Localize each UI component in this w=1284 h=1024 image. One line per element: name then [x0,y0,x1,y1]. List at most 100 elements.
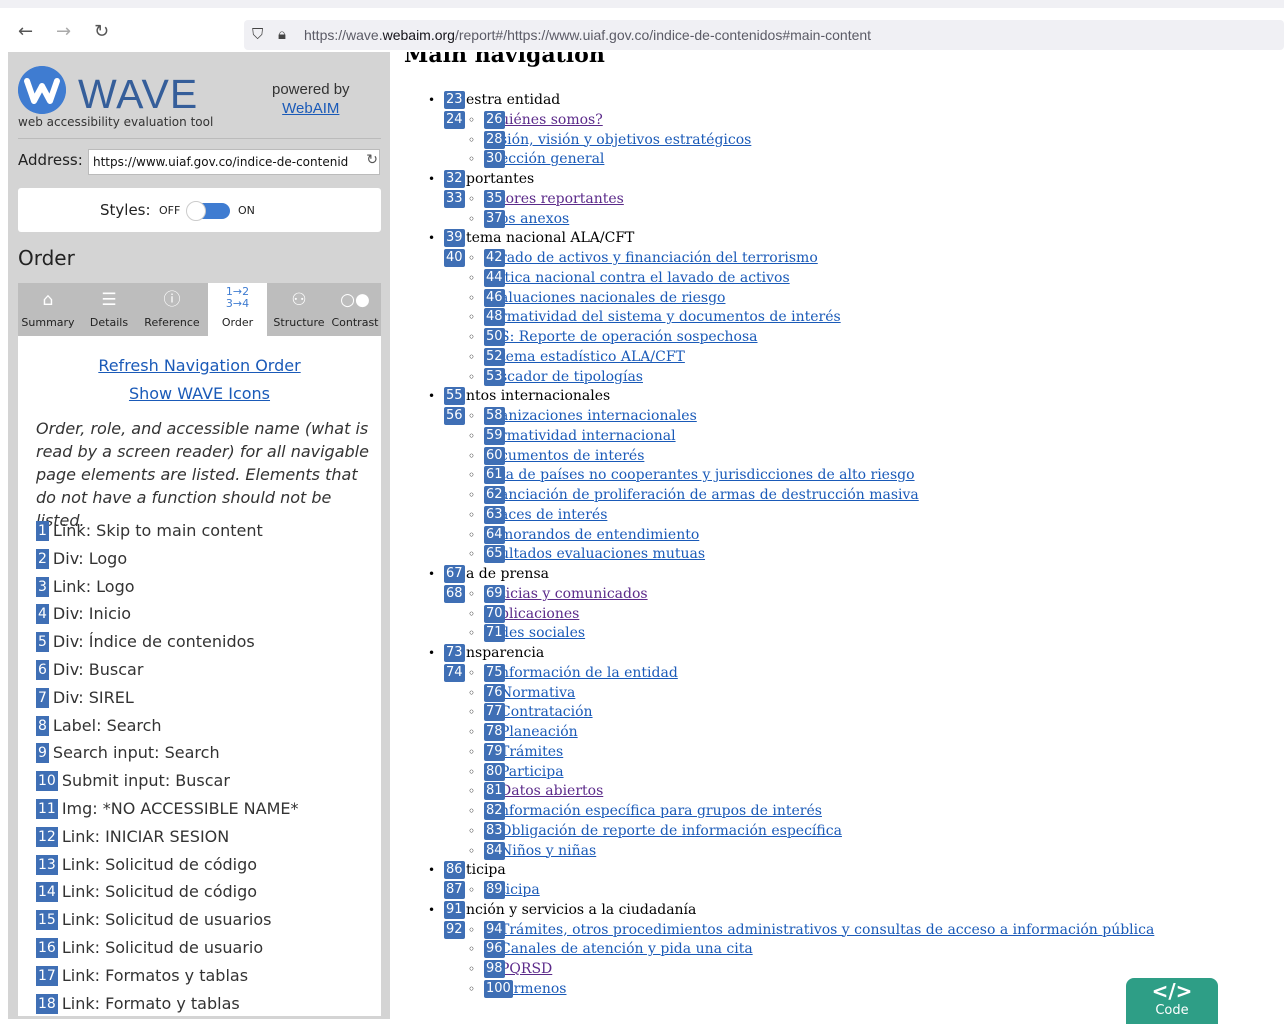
nav-link[interactable]: ección general [500,149,604,169]
nav-link[interactable]: anizaciones internacionales [500,406,697,426]
nav-link[interactable]: tores reportantes [500,189,624,209]
nav-subitem[interactable]: ◦ ección general [392,149,1284,169]
nav-subitem[interactable]: ◦ aluaciones nacionales de riesgo [392,288,1284,308]
nav-link[interactable]: Contratación [500,702,593,722]
nav-link[interactable]: Normativa [500,683,575,703]
order-item[interactable]: 11 Img: *NO ACCESSIBLE NAME* [36,795,381,823]
nav-link[interactable]: Trámites, otros procedimientos administr… [500,920,1154,940]
url-text[interactable]: https://wave.webaim.org/report#/https://… [304,20,871,50]
reload-icon[interactable]: ↻ [94,22,109,42]
order-item[interactable]: 12 Link: INICIAR SESION [36,823,381,851]
nav-subitem[interactable]: ◦ Planeación [392,722,1284,742]
styles-toggle[interactable] [186,201,230,221]
nav-subitem[interactable]: ◦ Trámites, otros procedimientos administ… [392,920,1284,940]
tab-contrast[interactable]: ○● Contrast [329,283,381,336]
nav-link[interactable]: aluaciones nacionales de riesgo [500,288,725,308]
nav-link[interactable]: S: Reporte de operación sospechosa [500,327,758,347]
nav-subitem[interactable]: ◦ cumentos de interés [392,446,1284,466]
nav-subitem[interactable]: ◦ Trámites [392,742,1284,762]
nav-subitem[interactable]: ◦ Normativa [392,683,1284,703]
nav-link[interactable]: nformación específica para grupos de int… [500,801,822,821]
nav-link[interactable]: ta de países no cooperantes y jurisdicci… [500,465,915,485]
nav-link[interactable]: rmatividad internacional [500,426,676,446]
order-item[interactable]: 17 Link: Formatos y tablas [36,962,381,990]
nav-link[interactable]: nformación de la entidad [500,663,678,683]
nav-link[interactable]: tema estadístico ALA/CFT [500,347,685,367]
order-item[interactable]: 13 Link: Solicitud de código [36,851,381,879]
order-item[interactable]: 18 Link: Formato y tablas [36,990,381,1016]
lock-icon[interactable]: 🔒︎ [278,20,286,50]
order-item[interactable]: 6 Div: Buscar [36,656,381,684]
nav-subitem[interactable]: ◦ ítica nacional contra el lavado de acti… [392,268,1284,288]
toggle-knob[interactable] [186,201,206,221]
nav-subitem[interactable]: ◦ blicaciones [392,604,1284,624]
nav-link[interactable]: ultados evaluaciones mutuas [500,544,705,564]
nav-subitem[interactable]: ◦ ticias y comunicados [392,584,1284,604]
nav-link[interactable]: morandos de entendimiento [500,525,699,545]
nav-subitem[interactable]: ◦ Participa [392,762,1284,782]
order-item[interactable]: 15 Link: Solicitud de usuarios [36,906,381,934]
nav-subitem[interactable]: ◦ Canales de atención y pida una cita [392,939,1284,959]
nav-link[interactable]: ticipa [500,880,540,900]
nav-subitem[interactable]: ◦ S: Reporte de operación sospechosa [392,327,1284,347]
nav-link[interactable]: Obligación de reporte de información esp… [500,821,842,841]
nav-link[interactable]: Datos abiertos [500,781,603,801]
tab-structure[interactable]: ⚇ Structure [269,283,329,336]
nav-subitem[interactable]: ◦ tores reportantes [392,189,1284,209]
nav-link[interactable]: Planeación [500,722,578,742]
tab-details[interactable]: ☰ Details [78,283,140,336]
order-item[interactable]: 7 Div: SIREL [36,684,381,712]
nav-link[interactable]: PQRSD [500,959,552,979]
nav-link[interactable]: Participa [500,762,564,782]
nav-subitem[interactable]: ◦ nformación de la entidad [392,663,1284,683]
order-item[interactable]: 16 Link: Solicitud de usuario [36,934,381,962]
nav-subitem[interactable]: ◦ Contratación [392,702,1284,722]
nav-link[interactable]: rado de activos y financiación del terro… [500,248,818,268]
nav-link[interactable]: cumentos de interés [500,446,644,466]
tab-reference[interactable]: ⓘ Reference [140,283,204,336]
order-item[interactable]: 1 Link: Skip to main content [36,517,381,545]
webaim-link[interactable]: WebAIM [272,99,350,118]
address-input[interactable]: https://www.uiaf.gov.co/indice-de-conten… [88,149,380,175]
shield-icon[interactable]: ⛉ [252,20,263,50]
nav-link[interactable]: rmatividad del sistema y documentos de i… [500,307,841,327]
nav-link[interactable]: Niños y niñas [500,841,596,861]
nav-subitem[interactable]: ◦ aces de interés [392,505,1284,525]
nav-subitem[interactable]: ◦ morandos de entendimiento [392,525,1284,545]
nav-subitem[interactable]: ◦ rado de activos y financiación del terr… [392,248,1284,268]
refresh-navigation-order-link[interactable]: Refresh Navigation Order [18,352,381,380]
order-item[interactable]: 4 Div: Inicio [36,600,381,628]
nav-link[interactable]: Canales de atención y pida una cita [500,939,753,959]
nav-subitem[interactable]: ◦ anciación de proliferación de armas de … [392,485,1284,505]
order-item[interactable]: 2 Div: Logo [36,545,381,573]
back-arrow-icon[interactable]: ← [18,22,33,42]
nav-subitem[interactable]: ◦ sión, visión y objetivos estratégicos [392,130,1284,150]
url-bar[interactable]: ⛉ 🔒︎ https://wave.webaim.org/report#/htt… [244,20,1284,50]
nav-link[interactable]: Trámites [500,742,563,762]
order-item[interactable]: 9 Search input: Search [36,739,381,767]
nav-link[interactable]: uiénes somos? [500,110,603,130]
nav-link[interactable]: aces de interés [500,505,607,525]
nav-link[interactable]: sión, visión y objetivos estratégicos [500,130,751,150]
nav-link[interactable]: anciación de proliferación de armas de d… [500,485,919,505]
nav-subitem[interactable]: ◦ ticipa [392,880,1284,900]
tab-order[interactable]: 1→2 3→4 Order [208,283,267,336]
nav-subitem[interactable]: ◦ des sociales [392,623,1284,643]
nav-subitem[interactable]: ◦ rmatividad del sistema y documentos de … [392,307,1284,327]
order-item[interactable]: 3 Link: Logo [36,573,381,601]
refresh-icon[interactable]: ↻ [366,152,378,168]
nav-subitem[interactable]: ◦ os anexos [392,209,1284,229]
nav-subitem[interactable]: ◦ PQRSD [392,959,1284,979]
nav-subitem[interactable]: ◦ tema estadístico ALA/CFT [392,347,1284,367]
nav-subitem[interactable]: ◦ uiénes somos? [392,110,1284,130]
nav-subitem[interactable]: ◦ rmatividad internacional [392,426,1284,446]
show-wave-icons-link[interactable]: Show WAVE Icons [18,380,381,408]
nav-link[interactable]: os anexos [500,209,569,229]
forward-arrow-icon[interactable]: → [56,22,71,42]
nav-subitem[interactable]: ◦ Datos abiertos [392,781,1284,801]
nav-subitem[interactable]: ◦ Niños y niñas [392,841,1284,861]
order-item[interactable]: 8 Label: Search [36,712,381,740]
order-item[interactable]: 5 Div: Índice de contenidos [36,628,381,656]
nav-subitem[interactable]: ◦ anizaciones internacionales [392,406,1284,426]
nav-link[interactable]: ticias y comunicados [500,584,648,604]
